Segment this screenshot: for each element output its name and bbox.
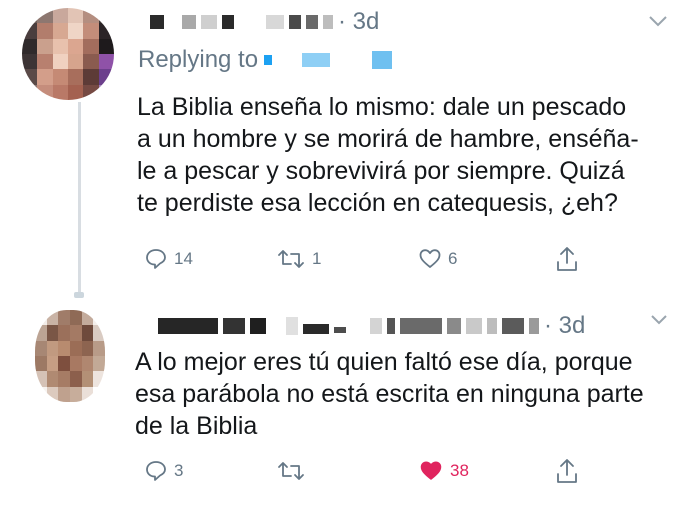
retweet-count: 1 [312, 249, 322, 268]
reply-icon [146, 461, 166, 481]
like-icon [420, 461, 442, 480]
replying-label: Replying to [138, 46, 259, 73]
chevron-down-icon[interactable] [648, 14, 668, 28]
retweet-button[interactable] [276, 459, 312, 483]
tweet-line: a un hombre y se morirá de hambre, enséñ… [137, 125, 639, 153]
tweet-header: · 3d [158, 312, 585, 340]
tweet-line: de la Biblia [135, 412, 258, 440]
like-count: 6 [448, 249, 458, 268]
tweet-line: A lo mejor eres tú quien faltó ese día, … [135, 348, 633, 376]
avatar[interactable] [35, 310, 105, 402]
reply-count: 14 [174, 249, 193, 268]
share-icon [557, 247, 577, 271]
reply-button[interactable]: 3 [144, 459, 183, 483]
like-count: 38 [450, 461, 469, 480]
tweet-line: La Biblia enseña lo mismo: dale un pesca… [137, 93, 627, 121]
reply-button[interactable]: 14 [144, 247, 193, 271]
reply-icon [146, 249, 166, 269]
avatar[interactable] [22, 8, 114, 100]
tweet-header: · 3d [150, 8, 379, 36]
like-icon [419, 249, 441, 268]
redacted-name [150, 15, 164, 29]
like-button[interactable]: 38 [418, 459, 469, 483]
redacted-handle[interactable] [264, 55, 273, 65]
thread-line [78, 102, 81, 298]
reply-count: 3 [174, 461, 184, 480]
share-icon [557, 459, 577, 483]
redacted-name [158, 318, 218, 334]
tweet-text: La Biblia enseña lo mismo: dale un pesca… [137, 91, 697, 219]
tweet-timestamp[interactable]: · 3d [338, 8, 379, 36]
tweet-timestamp[interactable]: · 3d [544, 312, 585, 340]
chevron-down-icon[interactable] [650, 314, 668, 326]
share-button[interactable] [554, 245, 580, 273]
tweet-line: esa parábola no está escrita en ninguna … [135, 380, 644, 408]
retweet-icon [278, 250, 304, 268]
tweet-line: te perdiste esa lección en catequesis, ¿… [137, 189, 618, 217]
tweet-text: A lo mejor eres tú quien faltó ese día, … [135, 346, 695, 442]
thread-connector [74, 292, 84, 298]
share-button[interactable] [554, 457, 580, 485]
retweet-icon [278, 462, 304, 480]
retweet-button[interactable]: 1 [276, 247, 321, 271]
tweet-line: le a pescar y sobrevivirá por siempre. Q… [137, 157, 625, 185]
like-button[interactable]: 6 [418, 247, 457, 271]
replying-to: Replying to [138, 46, 393, 74]
